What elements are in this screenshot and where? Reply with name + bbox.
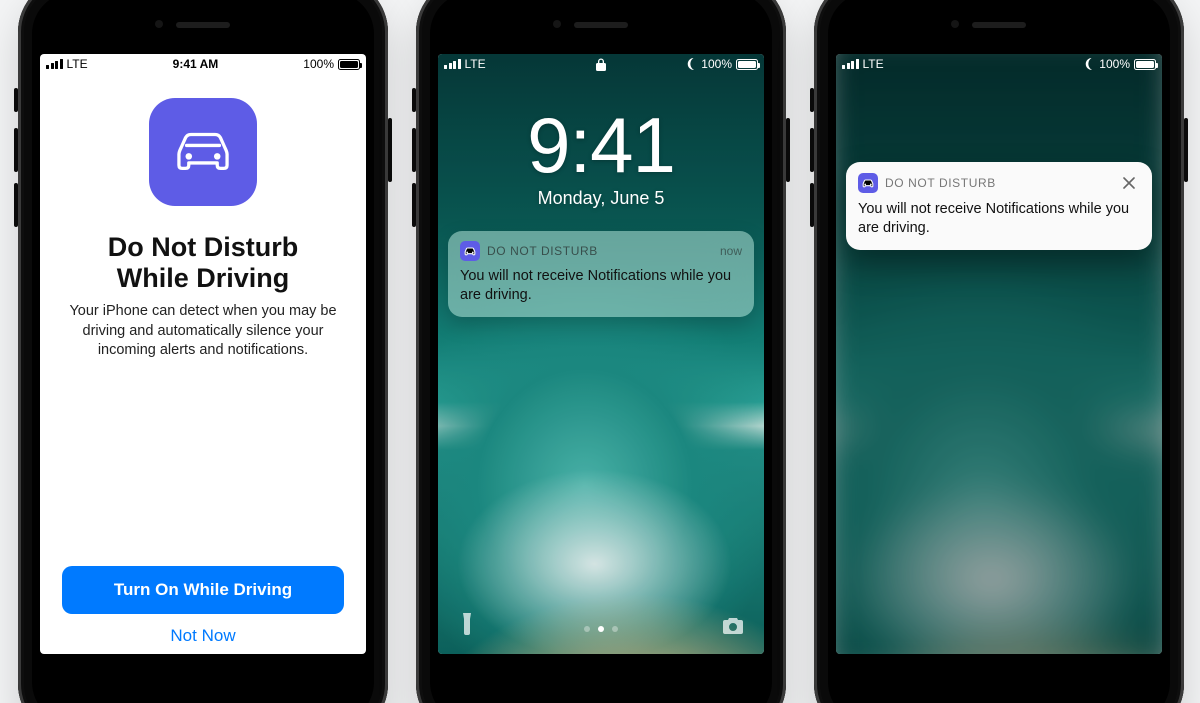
car-app-icon xyxy=(460,241,480,261)
moon-icon xyxy=(1083,58,1095,70)
three-iphone-showcase: LTE 9:41 AM 100% xyxy=(0,0,1200,703)
notification-body: You will not receive Notifications while… xyxy=(460,267,742,305)
notification-body: You will not receive Notifications while… xyxy=(858,200,1140,238)
signal-icon xyxy=(842,59,859,69)
battery-percent: 100% xyxy=(1099,57,1130,71)
notification-app-name: DO NOT DISTURB xyxy=(885,176,996,190)
notification-timestamp: now xyxy=(720,244,742,258)
screen-dnd-prompt: LTE 9:41 AM 100% xyxy=(40,54,366,654)
status-bar: LTE 100% xyxy=(836,54,1162,74)
page-indicator xyxy=(584,626,618,632)
not-now-button[interactable]: Not Now xyxy=(170,626,235,646)
battery-percent: 100% xyxy=(303,57,334,71)
prompt-title: Do Not Disturb While Driving xyxy=(108,232,298,294)
moon-icon xyxy=(685,58,697,70)
car-app-icon xyxy=(149,98,257,206)
screen-lockscreen: LTE 100% 9:41 Monday, June xyxy=(438,54,764,654)
signal-icon xyxy=(444,59,461,69)
car-app-icon xyxy=(858,173,878,193)
iphone-frame-2: LTE 100% 9:41 Monday, June xyxy=(416,0,786,703)
screen-notification-expanded: LTE 100% xyxy=(836,54,1162,654)
battery-icon xyxy=(736,59,758,70)
notification-app-name: DO NOT DISTURB xyxy=(487,244,598,258)
iphone-frame-1: LTE 9:41 AM 100% xyxy=(18,0,388,703)
flashlight-icon[interactable] xyxy=(458,613,476,640)
battery-icon xyxy=(1134,59,1156,70)
iphone-frame-3: LTE 100% xyxy=(814,0,1184,703)
carrier-label: LTE xyxy=(67,57,88,71)
lockscreen-clock: 9:41 Monday, June 5 xyxy=(438,106,764,209)
carrier-label: LTE xyxy=(465,57,486,71)
signal-icon xyxy=(46,59,63,69)
battery-icon xyxy=(338,59,360,70)
battery-percent: 100% xyxy=(701,57,732,71)
lock-icon xyxy=(596,58,606,71)
status-bar: LTE 100% xyxy=(438,54,764,74)
statusbar-time: 9:41 AM xyxy=(173,57,219,71)
lockscreen-date: Monday, June 5 xyxy=(438,188,764,209)
turn-on-button[interactable]: Turn On While Driving xyxy=(62,566,344,614)
camera-icon[interactable] xyxy=(722,617,744,640)
carrier-label: LTE xyxy=(863,57,884,71)
status-bar: LTE 9:41 AM 100% xyxy=(40,54,366,74)
lockscreen-time: 9:41 xyxy=(438,106,764,184)
close-icon[interactable] xyxy=(1118,172,1140,194)
notification-card[interactable]: DO NOT DISTURB now You will not receive … xyxy=(448,231,754,317)
prompt-description: Your iPhone can detect when you may be d… xyxy=(62,302,344,361)
notification-card[interactable]: DO NOT DISTURB You will not receive Noti… xyxy=(846,162,1152,250)
